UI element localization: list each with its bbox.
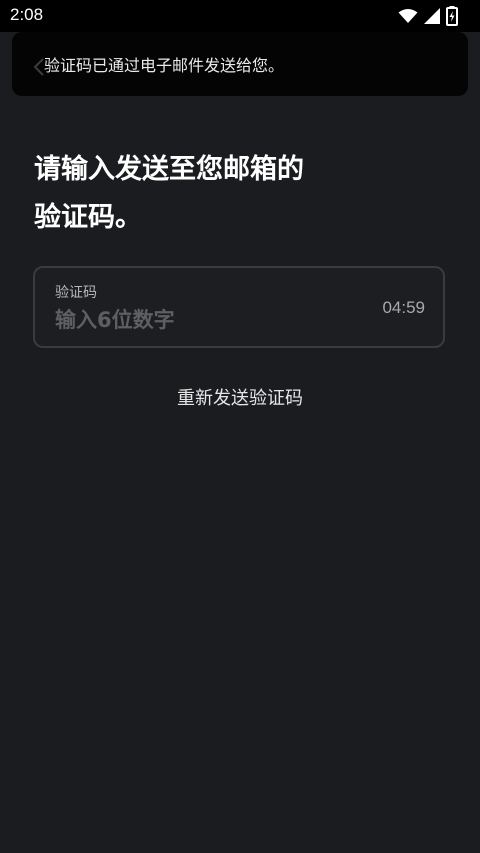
verification-code-input[interactable] — [55, 304, 335, 336]
page-title-line-1: 请输入发送至您邮箱的 — [34, 154, 304, 185]
countdown-timer: 04:59 — [382, 298, 425, 317]
toast-message: 验证码已通过电子邮件发送给您。 — [44, 56, 285, 75]
signal-icon — [424, 8, 440, 24]
page-title: 请输入发送至您邮箱的 验证码。 — [34, 146, 414, 242]
battery-charging-icon — [446, 6, 458, 26]
resend-code-button[interactable]: 重新发送验证码 — [0, 384, 480, 410]
verification-screen: 2:08 验证码已通过电子邮件发送给您。 请输入发送至您邮箱的 验证码。 验证码… — [0, 0, 480, 853]
page-title-line-2: 验证码。 — [34, 202, 142, 233]
wifi-icon — [398, 9, 418, 23]
verification-code-field[interactable]: 验证码 04:59 — [33, 266, 445, 348]
status-icons — [398, 6, 458, 26]
status-time: 2:08 — [10, 5, 44, 24]
verification-code-label: 验证码 — [55, 285, 97, 301]
status-bar: 2:08 — [0, 0, 480, 32]
